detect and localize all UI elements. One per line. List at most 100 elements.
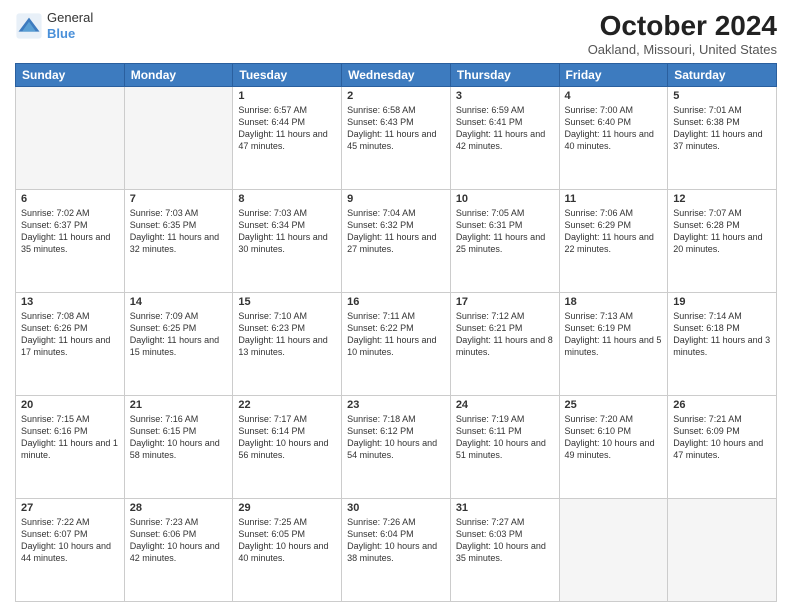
calendar-cell: 13 Sunrise: 7:08 AM Sunset: 6:26 PM Dayli… — [16, 293, 125, 396]
day-header-monday: Monday — [124, 64, 233, 87]
calendar-table: SundayMondayTuesdayWednesdayThursdayFrid… — [15, 63, 777, 602]
calendar-cell: 24 Sunrise: 7:19 AM Sunset: 6:11 PM Dayli… — [450, 396, 559, 499]
day-number: 12 — [673, 193, 771, 205]
day-number: 20 — [21, 399, 119, 411]
cell-info: Sunrise: 7:00 AM Sunset: 6:40 PM Dayligh… — [565, 104, 663, 153]
cell-info: Sunrise: 7:05 AM Sunset: 6:31 PM Dayligh… — [456, 207, 554, 256]
day-number: 24 — [456, 399, 554, 411]
logo-general: General — [47, 10, 93, 26]
day-header-friday: Friday — [559, 64, 668, 87]
cell-info: Sunrise: 7:25 AM Sunset: 6:05 PM Dayligh… — [238, 516, 336, 565]
day-number: 9 — [347, 193, 445, 205]
cell-info: Sunrise: 7:07 AM Sunset: 6:28 PM Dayligh… — [673, 207, 771, 256]
calendar-cell: 23Sunrise: 7:18 AM Sunset: 6:12 PM Dayli… — [342, 396, 451, 499]
cell-info: Sunrise: 7:02 AM Sunset: 6:37 PM Dayligh… — [21, 207, 119, 256]
day-number: 17 — [456, 296, 554, 308]
calendar-cell: 27 Sunrise: 7:22 AM Sunset: 6:07 PM Dayli… — [16, 499, 125, 602]
day-number: 22 — [238, 399, 336, 411]
calendar-cell: 14 Sunrise: 7:09 AM Sunset: 6:25 PM Dayli… — [124, 293, 233, 396]
day-header-wednesday: Wednesday — [342, 64, 451, 87]
location: Oakland, Missouri, United States — [588, 42, 777, 57]
calendar-cell: 6 Sunrise: 7:02 AM Sunset: 6:37 PM Daylig… — [16, 190, 125, 293]
cell-info: Sunrise: 6:58 AM Sunset: 6:43 PM Dayligh… — [347, 104, 445, 153]
cell-info: Sunrise: 7:16 AM Sunset: 6:15 PM Dayligh… — [130, 413, 228, 462]
cell-info: Sunrise: 7:27 AM Sunset: 6:03 PM Dayligh… — [456, 516, 554, 565]
calendar-cell — [668, 499, 777, 602]
cell-info: Sunrise: 7:21 AM Sunset: 6:09 PM Dayligh… — [673, 413, 771, 462]
day-number: 14 — [130, 296, 228, 308]
calendar-cell: 5Sunrise: 7:01 AM Sunset: 6:38 PM Daylig… — [668, 87, 777, 190]
calendar-cell: 17Sunrise: 7:12 AM Sunset: 6:21 PM Dayli… — [450, 293, 559, 396]
calendar-cell: 22Sunrise: 7:17 AM Sunset: 6:14 PM Dayli… — [233, 396, 342, 499]
calendar-cell: 9 Sunrise: 7:04 AM Sunset: 6:32 PM Daylig… — [342, 190, 451, 293]
cell-info: Sunrise: 7:11 AM Sunset: 6:22 PM Dayligh… — [347, 310, 445, 359]
calendar-cell: 16 Sunrise: 7:11 AM Sunset: 6:22 PM Dayli… — [342, 293, 451, 396]
day-header-saturday: Saturday — [668, 64, 777, 87]
month-title: October 2024 — [588, 10, 777, 42]
day-number: 2 — [347, 90, 445, 102]
day-header-thursday: Thursday — [450, 64, 559, 87]
day-number: 21 — [130, 399, 228, 411]
calendar-cell: 8Sunrise: 7:03 AM Sunset: 6:34 PM Daylig… — [233, 190, 342, 293]
page: General Blue October 2024 Oakland, Misso… — [0, 0, 792, 612]
day-number: 1 — [238, 90, 336, 102]
calendar-week-row: 27 Sunrise: 7:22 AM Sunset: 6:07 PM Dayli… — [16, 499, 777, 602]
day-number: 11 — [565, 193, 663, 205]
day-number: 19 — [673, 296, 771, 308]
cell-info: Sunrise: 6:57 AM Sunset: 6:44 PM Dayligh… — [238, 104, 336, 153]
cell-info: Sunrise: 7:26 AM Sunset: 6:04 PM Dayligh… — [347, 516, 445, 565]
day-number: 25 — [565, 399, 663, 411]
calendar-cell: 21 Sunrise: 7:16 AM Sunset: 6:15 PM Dayli… — [124, 396, 233, 499]
calendar-cell: 18 Sunrise: 7:13 AM Sunset: 6:19 PM Dayli… — [559, 293, 668, 396]
day-number: 27 — [21, 502, 119, 514]
calendar-cell: 20Sunrise: 7:15 AM Sunset: 6:16 PM Dayli… — [16, 396, 125, 499]
logo-text: General Blue — [47, 10, 93, 41]
day-number: 4 — [565, 90, 663, 102]
calendar-cell — [559, 499, 668, 602]
day-number: 13 — [21, 296, 119, 308]
day-number: 7 — [130, 193, 228, 205]
calendar-cell: 30 Sunrise: 7:26 AM Sunset: 6:04 PM Dayli… — [342, 499, 451, 602]
cell-info: Sunrise: 7:04 AM Sunset: 6:32 PM Dayligh… — [347, 207, 445, 256]
day-number: 3 — [456, 90, 554, 102]
day-number: 30 — [347, 502, 445, 514]
cell-info: Sunrise: 7:03 AM Sunset: 6:34 PM Dayligh… — [238, 207, 336, 256]
day-number: 31 — [456, 502, 554, 514]
logo-blue: Blue — [47, 26, 93, 42]
cell-info: Sunrise: 7:08 AM Sunset: 6:26 PM Dayligh… — [21, 310, 119, 359]
calendar-cell: 28Sunrise: 7:23 AM Sunset: 6:06 PM Dayli… — [124, 499, 233, 602]
title-section: October 2024 Oakland, Missouri, United S… — [588, 10, 777, 57]
calendar-cell: 26 Sunrise: 7:21 AM Sunset: 6:09 PM Dayli… — [668, 396, 777, 499]
calendar-week-row: 13 Sunrise: 7:08 AM Sunset: 6:26 PM Dayli… — [16, 293, 777, 396]
day-number: 18 — [565, 296, 663, 308]
calendar-cell: 4 Sunrise: 7:00 AM Sunset: 6:40 PM Daylig… — [559, 87, 668, 190]
cell-info: Sunrise: 7:20 AM Sunset: 6:10 PM Dayligh… — [565, 413, 663, 462]
calendar-cell: 25 Sunrise: 7:20 AM Sunset: 6:10 PM Dayli… — [559, 396, 668, 499]
logo-icon — [15, 12, 43, 40]
cell-info: Sunrise: 7:09 AM Sunset: 6:25 PM Dayligh… — [130, 310, 228, 359]
day-header-tuesday: Tuesday — [233, 64, 342, 87]
calendar-cell: 12 Sunrise: 7:07 AM Sunset: 6:28 PM Dayli… — [668, 190, 777, 293]
calendar-cell: 3Sunrise: 6:59 AM Sunset: 6:41 PM Daylig… — [450, 87, 559, 190]
calendar-cell: 29Sunrise: 7:25 AM Sunset: 6:05 PM Dayli… — [233, 499, 342, 602]
calendar-cell: 19 Sunrise: 7:14 AM Sunset: 6:18 PM Dayli… — [668, 293, 777, 396]
logo: General Blue — [15, 10, 93, 41]
cell-info: Sunrise: 7:14 AM Sunset: 6:18 PM Dayligh… — [673, 310, 771, 359]
cell-info: Sunrise: 7:18 AM Sunset: 6:12 PM Dayligh… — [347, 413, 445, 462]
calendar-cell — [16, 87, 125, 190]
header: General Blue October 2024 Oakland, Misso… — [15, 10, 777, 57]
cell-info: Sunrise: 7:19 AM Sunset: 6:11 PM Dayligh… — [456, 413, 554, 462]
day-number: 28 — [130, 502, 228, 514]
cell-info: Sunrise: 7:13 AM Sunset: 6:19 PM Dayligh… — [565, 310, 663, 359]
calendar-cell — [124, 87, 233, 190]
cell-info: Sunrise: 7:22 AM Sunset: 6:07 PM Dayligh… — [21, 516, 119, 565]
day-header-sunday: Sunday — [16, 64, 125, 87]
calendar-week-row: 6 Sunrise: 7:02 AM Sunset: 6:37 PM Daylig… — [16, 190, 777, 293]
day-number: 16 — [347, 296, 445, 308]
day-number: 6 — [21, 193, 119, 205]
calendar-cell: 2 Sunrise: 6:58 AM Sunset: 6:43 PM Daylig… — [342, 87, 451, 190]
day-number: 15 — [238, 296, 336, 308]
cell-info: Sunrise: 7:10 AM Sunset: 6:23 PM Dayligh… — [238, 310, 336, 359]
calendar-cell: 31 Sunrise: 7:27 AM Sunset: 6:03 PM Dayli… — [450, 499, 559, 602]
day-number: 26 — [673, 399, 771, 411]
